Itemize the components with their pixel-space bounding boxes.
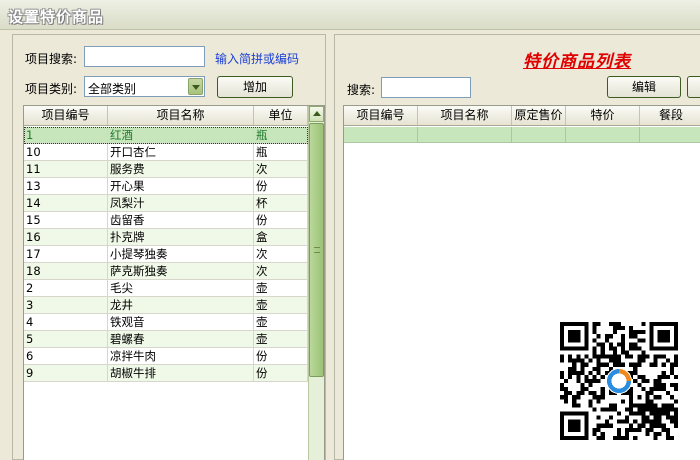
next-button[interactable]: [687, 76, 700, 98]
special-table-header: 项目编号 项目名称 原定售价 特价 餐段: [344, 106, 700, 126]
column-header-meal-period[interactable]: 餐段: [640, 106, 700, 125]
chevron-down-icon[interactable]: [188, 78, 203, 95]
right-search-input[interactable]: [381, 77, 471, 98]
special-table-empty-row[interactable]: [344, 127, 700, 143]
table-row[interactable]: 9 胡椒牛排份: [24, 365, 308, 382]
cell-unit: 瓶: [254, 127, 308, 143]
cell-unit: 壶: [254, 280, 308, 296]
cell-code: 5: [24, 331, 108, 347]
special-list-heading: 特价商品列表: [523, 52, 631, 72]
cell-name: 毛尖: [108, 280, 254, 296]
cell-unit: 瓶: [254, 144, 308, 160]
category-value: 全部类别: [88, 82, 137, 96]
cell-code: 13: [24, 178, 108, 194]
cell-name: 齿留香: [108, 212, 254, 228]
scroll-up-icon[interactable]: [309, 106, 324, 122]
cell-unit: 份: [254, 365, 308, 381]
table-row[interactable]: 16 扑克牌盒: [24, 229, 308, 246]
cell-name: 凤梨汁: [108, 195, 254, 211]
cell-unit: 份: [254, 348, 308, 364]
column-header-unit[interactable]: 单位: [254, 106, 308, 125]
cell-name: 龙井: [108, 297, 254, 313]
column-header-name[interactable]: 项目名称: [108, 106, 254, 125]
cell-code: 4: [24, 314, 108, 330]
cell-code: 3: [24, 297, 108, 313]
cell-name: 开口杏仁: [108, 144, 254, 160]
cell-unit: 盒: [254, 229, 308, 245]
cell-code: 17: [24, 246, 108, 262]
items-table-header: 项目编号 项目名称 单位: [24, 106, 308, 126]
cell-name: 小提琴独奏: [108, 246, 254, 262]
cell-unit: 壶: [254, 297, 308, 313]
cell-code: 1: [24, 127, 108, 143]
cell-unit: 杯: [254, 195, 308, 211]
column-header-name[interactable]: 项目名称: [418, 106, 512, 125]
cell-code: 9: [24, 365, 108, 381]
cell-unit: 壶: [254, 314, 308, 330]
items-table-body: 1 红酒瓶 10 开口杏仁瓶 11 服务费次 13 开心果份 14 凤梨汁杯 15 齿留香份 16 扑克牌…: [24, 127, 308, 382]
cell-name: 萨克斯独奏: [108, 263, 254, 279]
window-title: 设置特价商品: [8, 8, 105, 26]
cell-code: 11: [24, 161, 108, 177]
category-label: 项目类别:: [25, 82, 78, 96]
scroll-thumb[interactable]: [309, 123, 324, 377]
table-row[interactable]: 6 凉拌牛肉份: [24, 348, 308, 365]
title-bar: 设置特价商品: [0, 0, 700, 30]
cell-name: 碧螺春: [108, 331, 254, 347]
column-header-code[interactable]: 项目编号: [24, 106, 108, 125]
table-row[interactable]: 4 铁观音壶: [24, 314, 308, 331]
vertical-scrollbar[interactable]: [308, 106, 324, 460]
search-hint-link[interactable]: 输入简拼或编码: [215, 50, 299, 67]
cell-unit: 份: [254, 212, 308, 228]
add-button[interactable]: 增加: [217, 76, 293, 98]
table-row[interactable]: 13 开心果份: [24, 178, 308, 195]
category-select[interactable]: 全部类别: [84, 76, 205, 97]
table-row[interactable]: 5 碧螺春壶: [24, 331, 308, 348]
cell-name: 扑克牌: [108, 229, 254, 245]
table-row[interactable]: 10 开口杏仁瓶: [24, 144, 308, 161]
table-row[interactable]: 18 萨克斯独奏次: [24, 263, 308, 280]
search-label: 项目搜索:: [25, 52, 78, 66]
cell-name: 开心果: [108, 178, 254, 194]
items-table: 项目编号 项目名称 单位 1 红酒瓶 10 开口杏仁瓶 11 服务费次 13 开心果份 14 凤梨…: [23, 105, 325, 460]
column-header-original-price[interactable]: 原定售价: [512, 106, 566, 125]
cell-code: 18: [24, 263, 108, 279]
search-input[interactable]: [84, 46, 205, 67]
cell-unit: 次: [254, 161, 308, 177]
cell-code: 10: [24, 144, 108, 160]
table-row[interactable]: 15 齿留香份: [24, 212, 308, 229]
cell-code: 2: [24, 280, 108, 296]
qr-code-image: [560, 322, 678, 440]
cell-unit: 次: [254, 246, 308, 262]
cell-unit: 次: [254, 263, 308, 279]
table-row[interactable]: 11 服务费次: [24, 161, 308, 178]
cell-code: 15: [24, 212, 108, 228]
cell-unit: 份: [254, 178, 308, 194]
cell-name: 凉拌牛肉: [108, 348, 254, 364]
cell-code: 16: [24, 229, 108, 245]
table-row[interactable]: 17 小提琴独奏次: [24, 246, 308, 263]
table-row[interactable]: 3 龙井壶: [24, 297, 308, 314]
column-header-code[interactable]: 项目编号: [344, 106, 418, 125]
edit-button[interactable]: 编辑: [607, 76, 681, 98]
table-row[interactable]: 14 凤梨汁杯: [24, 195, 308, 212]
cell-name: 红酒: [108, 127, 254, 143]
cell-unit: 壶: [254, 331, 308, 347]
table-row[interactable]: 2 毛尖壶: [24, 280, 308, 297]
cell-name: 铁观音: [108, 314, 254, 330]
right-search-label: 搜索:: [347, 83, 376, 97]
cell-name: 胡椒牛排: [108, 365, 254, 381]
cell-name: 服务费: [108, 161, 254, 177]
table-row[interactable]: 1 红酒瓶: [24, 127, 308, 144]
column-header-special-price[interactable]: 特价: [566, 106, 640, 125]
left-panel: 项目搜索: 输入简拼或编码 项目类别: 全部类别 增加 项目编号 项目名称 单位…: [12, 34, 326, 460]
cell-code: 6: [24, 348, 108, 364]
cell-code: 14: [24, 195, 108, 211]
